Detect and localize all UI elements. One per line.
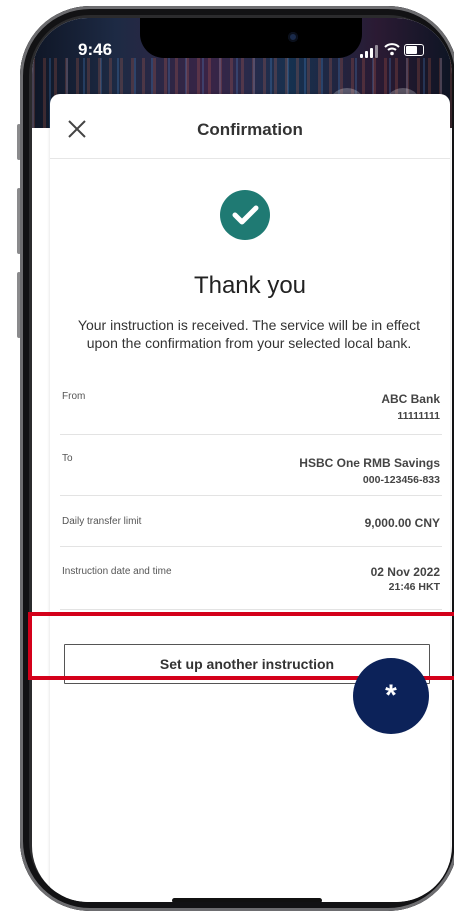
wifi-icon [384,42,400,60]
detail-label: Daily transfer limit [62,516,142,527]
detail-row-date: Instruction date and time 02 Nov 2022 21… [60,547,442,610]
notch [140,18,362,58]
detail-value: ABC Bank [381,392,440,406]
detail-sub-value: 21:46 HKT [388,581,440,593]
check-circle-icon [220,190,270,240]
status-icons [360,42,430,58]
detail-label: Instruction date and time [62,566,172,577]
annotation-badge: * [353,658,429,734]
navigation-bar: Confirmation [50,94,450,159]
detail-sub-value: 000-123456-833 [362,474,440,486]
detail-row-from: From ABC Bank 11111111 [60,382,442,435]
confirmation-message: Your instruction is received. The servic… [77,317,421,351]
thank-you-heading: Thank you [193,272,307,299]
details-list: From ABC Bank 11111111 To HSBC One RMB S… [60,382,442,610]
confirmation-sheet: Confirmation Thank you Your instruction … [50,94,450,902]
page-title: Confirmation [197,120,303,139]
detail-value: 02 Nov 2022 [370,565,440,579]
detail-row-to: To HSBC One RMB Savings 000-123456-833 [60,435,442,496]
detail-sub-value: 11111111 [397,410,440,422]
detail-value: HSBC One RMB Savings [299,456,440,470]
battery-icon [404,44,424,56]
detail-label: From [62,391,86,402]
detail-row-limit: Daily transfer limit 9,000.00 CNY [60,496,442,547]
home-indicator [172,898,322,902]
phone-screen: 9:46 Confirmation Thank you Your instruc… [32,18,452,902]
status-time: 9:46 [78,40,113,59]
detail-value: 9,000.00 CNY [364,516,440,530]
camera [288,32,298,42]
detail-label: To [62,453,73,464]
